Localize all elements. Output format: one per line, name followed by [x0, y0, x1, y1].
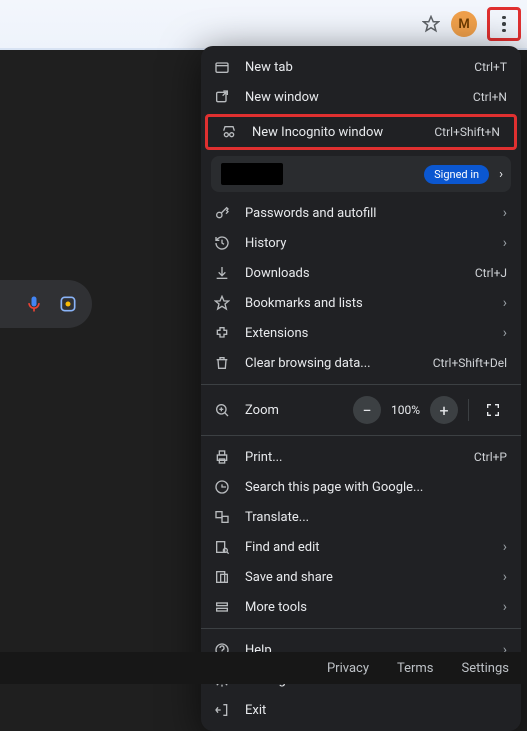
menu-new-incognito[interactable]: New Incognito window Ctrl+Shift+N [208, 117, 514, 147]
history-icon [213, 235, 231, 251]
menu-label: Zoom [245, 403, 339, 418]
chevron-right-icon: › [503, 325, 507, 341]
exit-icon [213, 702, 231, 718]
menu-shortcut: Ctrl+N [473, 90, 507, 104]
menu-label: Extensions [245, 326, 489, 341]
chevron-right-icon: › [503, 205, 507, 221]
chevron-right-icon: › [503, 295, 507, 311]
search-tools-pill [0, 280, 92, 328]
download-icon [213, 265, 231, 281]
menu-label: History [245, 236, 489, 251]
lens-search-icon[interactable] [58, 294, 78, 314]
menu-zoom: Zoom − 100% + [201, 391, 521, 429]
menu-label: Clear browsing data... [245, 356, 419, 371]
find-icon [213, 539, 231, 555]
menu-label: Translate... [245, 510, 507, 525]
footer-settings[interactable]: Settings [462, 661, 509, 676]
fullscreen-button[interactable] [479, 396, 507, 424]
avatar-initial: M [458, 17, 469, 32]
redacted-profile-name [221, 163, 283, 185]
zoom-icon [213, 402, 231, 418]
chevron-right-icon: › [503, 569, 507, 585]
menu-shortcut: Ctrl+Shift+N [434, 125, 500, 139]
zoom-in-button[interactable]: + [430, 396, 458, 424]
profile-avatar[interactable]: M [451, 11, 477, 37]
incognito-highlight: New Incognito window Ctrl+Shift+N [205, 114, 517, 150]
menu-shortcut: Ctrl+P [474, 450, 507, 464]
footer-privacy[interactable]: Privacy [327, 661, 369, 676]
menu-separator [201, 384, 521, 385]
save-icon [213, 569, 231, 585]
browser-topbar: M [0, 0, 527, 50]
chevron-right-icon: › [499, 167, 503, 182]
menu-exit[interactable]: Exit [201, 695, 521, 725]
footer-terms[interactable]: Terms [397, 661, 434, 676]
menu-shortcut: Ctrl+T [474, 60, 507, 74]
menu-clear-data[interactable]: Clear browsing data... Ctrl+Shift+Del [201, 348, 521, 378]
menu-label: Exit [245, 703, 507, 718]
menu-bookmarks[interactable]: Bookmarks and lists › [201, 288, 521, 318]
bookmark-icon [213, 295, 231, 311]
puzzle-icon [213, 325, 231, 341]
menu-downloads[interactable]: Downloads Ctrl+J [201, 258, 521, 288]
menu-print[interactable]: Print... Ctrl+P [201, 442, 521, 472]
divider [468, 399, 469, 421]
chevron-right-icon: › [503, 599, 507, 615]
signed-in-pill: Signed in [424, 165, 489, 184]
menu-translate[interactable]: Translate... [201, 502, 521, 532]
menu-label: New window [245, 90, 459, 105]
zoom-value: 100% [385, 403, 426, 417]
zoom-controls: − 100% + [353, 396, 507, 424]
menu-extensions[interactable]: Extensions › [201, 318, 521, 348]
menu-separator [201, 435, 521, 436]
key-icon [213, 205, 231, 221]
menu-new-window[interactable]: New window Ctrl+N [201, 82, 521, 112]
bookmark-star-icon[interactable] [421, 14, 441, 34]
google-icon [213, 479, 231, 495]
menu-label: Find and edit [245, 540, 489, 555]
menu-label: Passwords and autofill [245, 206, 489, 221]
menu-find-edit[interactable]: Find and edit › [201, 532, 521, 562]
menu-separator [201, 628, 521, 629]
chrome-main-menu: New tab Ctrl+T New window Ctrl+N New Inc… [201, 46, 521, 731]
menu-shortcut: Ctrl+J [475, 266, 507, 280]
menu-label: Bookmarks and lists [245, 296, 489, 311]
profile-row[interactable]: Signed in › [211, 156, 511, 192]
overflow-menu-button[interactable] [494, 14, 514, 34]
page-footer: Privacy Terms Settings [0, 652, 527, 684]
menu-new-tab[interactable]: New tab Ctrl+T [201, 52, 521, 82]
chevron-right-icon: › [503, 539, 507, 555]
zoom-out-button[interactable]: − [353, 396, 381, 424]
menu-label: Save and share [245, 570, 489, 585]
menu-history[interactable]: History › [201, 228, 521, 258]
tools-icon [213, 599, 231, 615]
menu-search-google[interactable]: Search this page with Google... [201, 472, 521, 502]
print-icon [213, 449, 231, 465]
trash-icon [213, 355, 231, 371]
new-window-icon [213, 89, 231, 105]
menu-label: Print... [245, 450, 460, 465]
menu-label: Search this page with Google... [245, 480, 507, 495]
menu-shortcut: Ctrl+Shift+Del [433, 356, 507, 370]
menu-label: New tab [245, 60, 460, 75]
voice-search-icon[interactable] [24, 294, 44, 314]
menu-save-share[interactable]: Save and share › [201, 562, 521, 592]
menu-label: New Incognito window [252, 125, 420, 140]
chevron-right-icon: › [503, 235, 507, 251]
menu-label: Downloads [245, 266, 461, 281]
menu-more-tools[interactable]: More tools › [201, 592, 521, 622]
menu-passwords[interactable]: Passwords and autofill › [201, 198, 521, 228]
new-tab-icon [213, 59, 231, 75]
menu-label: More tools [245, 600, 489, 615]
translate-icon [213, 509, 231, 525]
overflow-menu-highlight [487, 7, 521, 41]
incognito-icon [220, 124, 238, 140]
